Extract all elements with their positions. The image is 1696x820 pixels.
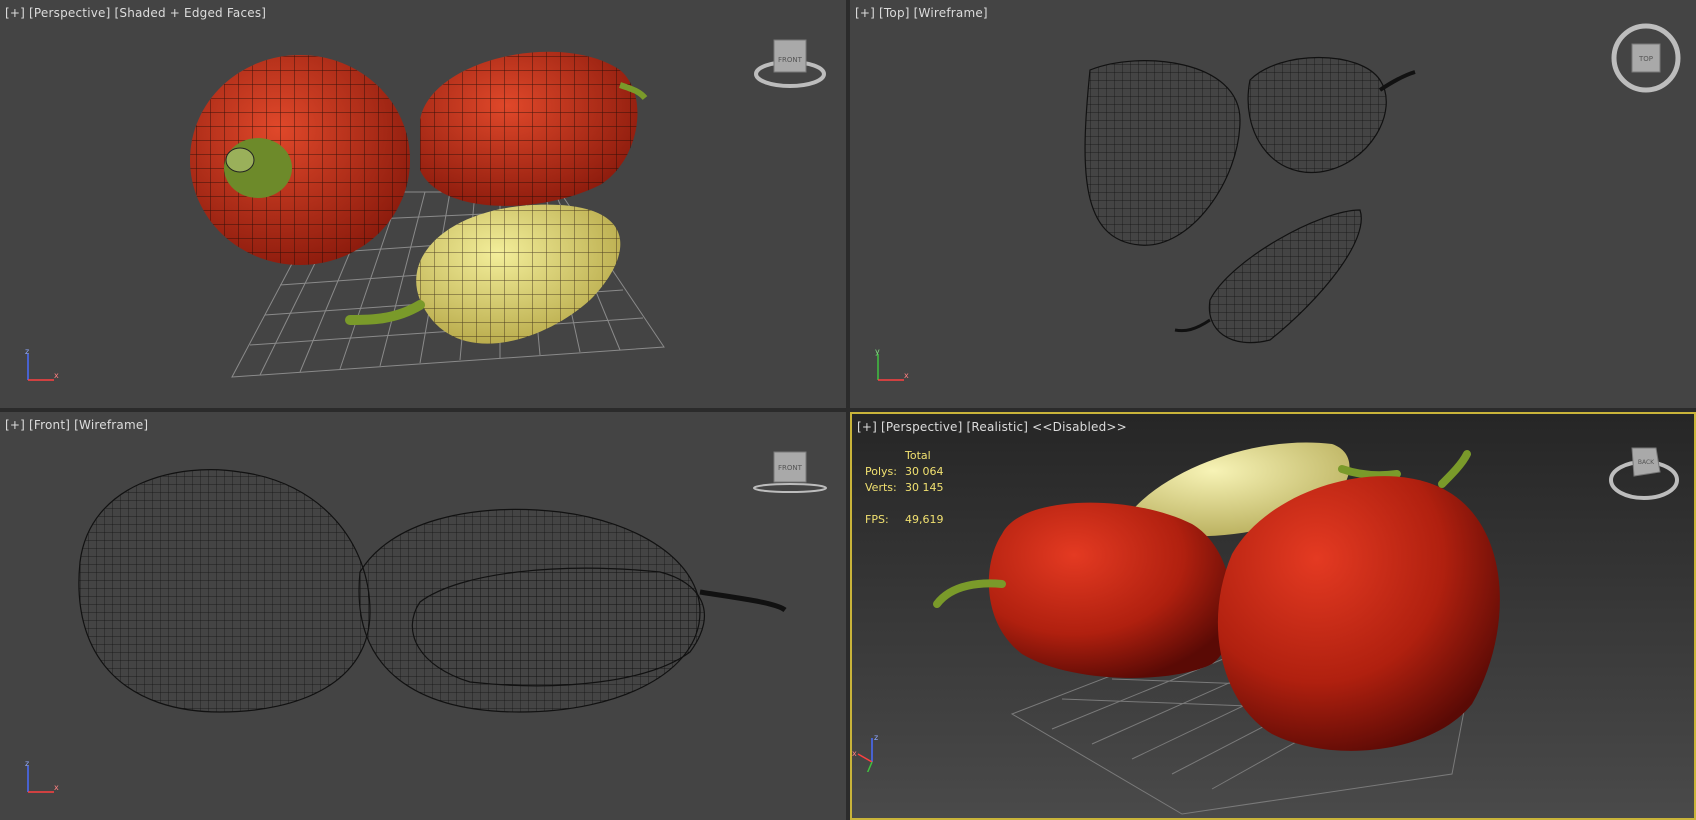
viewport-top-wireframe[interactable]: [+] [Top] [Wireframe] TOP y x [850, 0, 1696, 408]
scene-wireframe-top [1084, 57, 1416, 344]
scene-wireframe-front [78, 469, 787, 713]
viewport-label[interactable]: [+] [Front] [Wireframe] [5, 418, 152, 432]
stats-polys-value: 30 064 [905, 465, 944, 478]
red-pepper-front [190, 55, 410, 265]
stats-header: Total [905, 449, 931, 462]
viewcube-icon[interactable]: FRONT [750, 34, 830, 94]
viewport-menu-button[interactable]: [+] [5, 418, 25, 432]
viewcube-face-label: BACK [1638, 459, 1655, 466]
wire-pepper-2 [1247, 57, 1416, 174]
viewport-menu-button[interactable]: [+] [857, 420, 877, 434]
svg-text:x: x [54, 783, 59, 792]
axis-tripod-icon: z x [25, 347, 59, 381]
red-pepper-lying [420, 51, 648, 206]
viewport-pov-label[interactable]: [Perspective] [29, 6, 110, 20]
viewcube-face-label: TOP [1638, 55, 1653, 63]
viewport-shading-label[interactable]: [Wireframe] [74, 418, 148, 432]
svg-text:x: x [54, 371, 59, 380]
viewport-layout: [+] [Perspective] [Shaded + Edged Faces] F… [0, 0, 1696, 820]
viewport-shading-label[interactable]: [Shaded + Edged Faces] [115, 6, 267, 20]
wire-pepper-left [78, 469, 371, 713]
stats-fps-value: 49,619 [905, 513, 944, 526]
viewport-label[interactable]: [+] [Perspective] [Shaded + Edged Faces] [5, 6, 270, 20]
viewport-pov-label[interactable]: [Perspective] [881, 420, 962, 434]
viewport-disabled-label[interactable]: <<Disabled>> [1032, 420, 1127, 434]
stats-verts-label: Verts: [865, 481, 897, 494]
viewport-front-wireframe[interactable]: [+] [Front] [Wireframe] FRONT z x [0, 412, 846, 820]
viewcube-face-label: FRONT [778, 56, 803, 64]
viewcube-icon[interactable]: TOP [1606, 18, 1686, 98]
stats-polys-label: Polys: [865, 465, 897, 478]
svg-text:z: z [25, 347, 29, 356]
wire-pepper-1 [1084, 60, 1241, 246]
svg-text:y: y [875, 347, 880, 356]
svg-text:z: z [874, 733, 878, 742]
viewport-label[interactable]: [+] [Perspective] [Realistic] <<Disabled>> [857, 420, 1131, 434]
viewport-label[interactable]: [+] [Top] [Wireframe] [855, 6, 992, 20]
axis-tripod-icon: z x y [852, 733, 878, 772]
stats-fps-label: FPS: [865, 513, 889, 526]
viewport-menu-button[interactable]: [+] [855, 6, 875, 20]
axis-tripod-icon: y x [875, 347, 909, 381]
red-pepper-left [933, 502, 1233, 678]
statistics-overlay: Total Polys: 30 064 Verts: 30 145 FPS: 49,6… [865, 448, 944, 528]
viewport-pov-label[interactable]: [Front] [29, 418, 70, 432]
scene-shaded [190, 51, 665, 378]
wire-pepper-3 [1174, 209, 1362, 344]
scene-realistic [933, 442, 1500, 815]
svg-text:x: x [852, 749, 857, 758]
axis-tripod-icon: z x [25, 759, 59, 793]
viewport-shading-label[interactable]: [Wireframe] [914, 6, 988, 20]
viewport-perspective-shaded[interactable]: [+] [Perspective] [Shaded + Edged Faces] F… [0, 0, 846, 408]
viewcube-icon[interactable]: FRONT [750, 448, 830, 498]
viewcube-face-label: FRONT [778, 464, 803, 472]
svg-text:z: z [25, 759, 29, 768]
viewport-shading-label[interactable]: [Realistic] [967, 420, 1029, 434]
viewport-perspective-realistic[interactable]: [+] [Perspective] [Realistic] <<Disabled>> … [850, 412, 1696, 820]
wire-pepper-right [411, 567, 787, 687]
svg-text:x: x [904, 371, 909, 380]
stats-verts-value: 30 145 [905, 481, 944, 494]
viewport-menu-button[interactable]: [+] [5, 6, 25, 20]
viewcube-icon[interactable]: BACK [1604, 434, 1684, 504]
viewport-pov-label[interactable]: [Top] [879, 6, 910, 20]
